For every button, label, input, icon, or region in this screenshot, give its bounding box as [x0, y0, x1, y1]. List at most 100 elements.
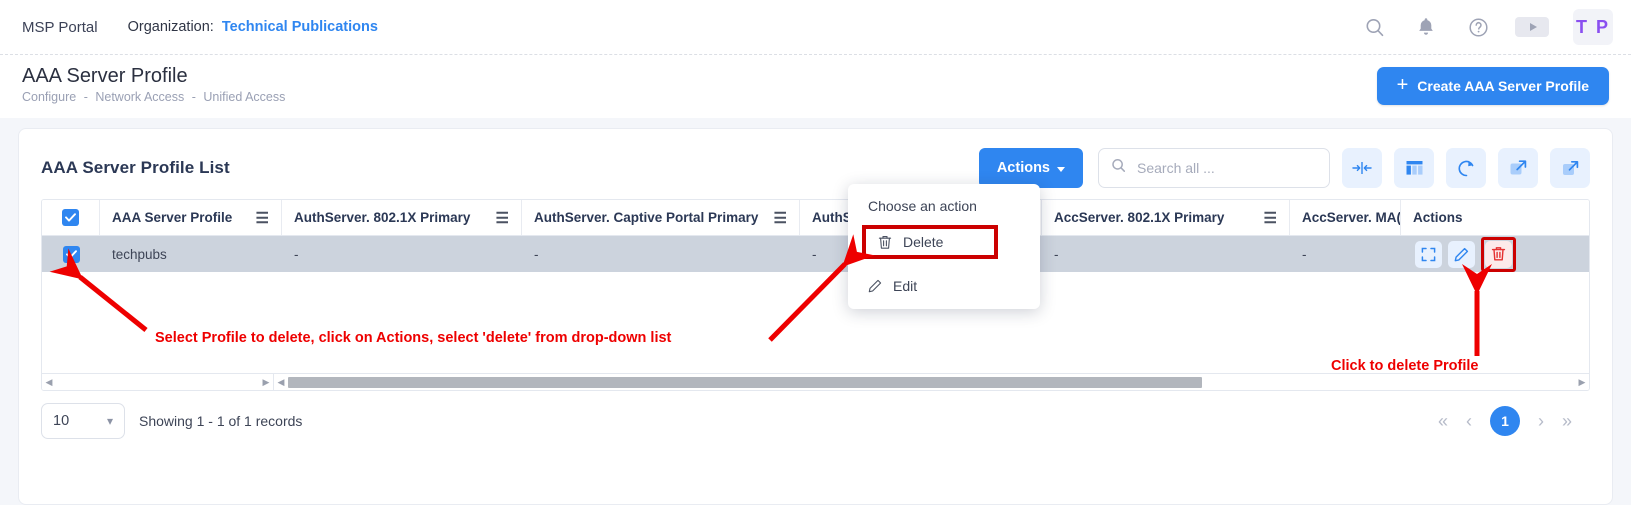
top-bar: MSP Portal Organization: Technical Publi…	[0, 0, 1631, 55]
column-label: AccServer. 802.1X Primary	[1054, 210, 1225, 225]
breadcrumb-separator: -	[191, 90, 196, 104]
cell-aaa-server-profile: techpubs	[112, 246, 167, 262]
next-page-button[interactable]: ›	[1538, 412, 1544, 430]
first-page-button[interactable]: «	[1438, 412, 1448, 430]
cell-accserver-8021x-primary: -	[1054, 246, 1059, 262]
help-icon[interactable]	[1463, 12, 1493, 42]
dropdown-item-edit[interactable]: Edit	[848, 271, 1040, 301]
hamburger-icon[interactable]: ☰	[1264, 209, 1277, 227]
row-checkbox[interactable]	[62, 245, 80, 263]
top-bar-left: MSP Portal Organization: Technical Publi…	[22, 19, 378, 36]
app-name: MSP Portal	[22, 18, 98, 36]
avatar[interactable]: T P	[1573, 9, 1613, 45]
actions-dropdown-menu: Choose an action Delete Edit	[848, 184, 1040, 309]
create-aaa-server-profile-button[interactable]: + Create AAA Server Profile	[1376, 67, 1609, 105]
prev-page-button[interactable]: ‹	[1466, 412, 1472, 430]
column-settings-icon[interactable]	[1394, 148, 1434, 188]
page-header-text: AAA Server Profile Configure - Network A…	[22, 64, 285, 104]
annotation-text-select-profile: Select Profile to delete, click on Actio…	[155, 330, 672, 346]
column-header-aaa-server-profile[interactable]: AAA Server Profile ☰	[100, 200, 282, 235]
column-label: Actions	[1413, 210, 1463, 225]
aaa-server-profile-card: AAA Server Profile List Actions Search a…	[18, 128, 1613, 505]
dropdown-title: Choose an action	[868, 198, 977, 214]
chevron-down-icon	[1057, 166, 1065, 172]
pagination: « ‹ 1 › »	[1438, 406, 1590, 436]
upload-icon[interactable]	[1550, 148, 1590, 188]
frozen-column-scrollbar[interactable]: ◀ ▶	[42, 374, 274, 390]
breadcrumb-item-network-access[interactable]: Network Access	[95, 90, 184, 104]
breadcrumb: Configure - Network Access - Unified Acc…	[22, 90, 285, 104]
organization-selector[interactable]: Organization: Technical Publications	[128, 19, 378, 35]
column-label: AAA Server Profile	[112, 210, 233, 225]
plus-icon: +	[1396, 74, 1409, 96]
page-header: AAA Server Profile Configure - Network A…	[0, 55, 1631, 118]
column-header-authserver-8021x-primary[interactable]: AuthServer. 802.1X Primary ☰	[282, 200, 522, 235]
horizontal-scrollbar[interactable]: ◀ ▶	[274, 374, 1589, 390]
scroll-right-icon[interactable]: ▶	[259, 377, 273, 388]
records-summary: Showing 1 - 1 of 1 records	[139, 413, 303, 429]
select-all-header[interactable]	[42, 200, 100, 235]
page-size-select[interactable]: 10 ▾	[41, 403, 125, 439]
top-bar-right: T P	[1359, 9, 1613, 45]
organization-label: Organization:	[127, 19, 214, 35]
expand-icon[interactable]	[1498, 148, 1538, 188]
column-label: AccServer. MA(	[1302, 210, 1401, 225]
video-icon[interactable]	[1515, 17, 1549, 37]
delete-icon-highlight	[1481, 236, 1516, 272]
scroll-left-icon[interactable]: ◀	[274, 377, 288, 388]
breadcrumb-separator: -	[83, 90, 88, 104]
scroll-track[interactable]	[56, 377, 259, 388]
card-toolbar: Actions	[978, 148, 1590, 188]
table-footer: 10 ▾ Showing 1 - 1 of 1 records « ‹ 1 › …	[41, 391, 1590, 451]
dropdown-item-label: Delete	[903, 234, 944, 250]
actions-button-label: Actions	[996, 160, 1050, 176]
card-header: AAA Server Profile List Actions	[41, 129, 1590, 199]
scroll-left-icon[interactable]: ◀	[42, 377, 56, 388]
table-header-row: AAA Server Profile ☰ AuthServer. 802.1X …	[42, 200, 1589, 236]
scroll-track[interactable]	[288, 376, 1575, 388]
column-label: AuthServer. 802.1X Primary	[294, 210, 471, 225]
refresh-icon[interactable]	[1446, 148, 1486, 188]
table-row[interactable]: techpubs - - - - -	[42, 236, 1589, 272]
scroll-thumb[interactable]	[288, 376, 1202, 388]
column-header-accserver-mac[interactable]: AccServer. MA(	[1290, 200, 1401, 235]
search-input[interactable]	[1135, 159, 1317, 177]
dropdown-item-delete[interactable]: Delete	[862, 225, 998, 259]
column-header-accserver-8021x-primary[interactable]: AccServer. 802.1X Primary ☰	[1042, 200, 1290, 235]
cell-authserver-8021x-primary: -	[294, 246, 299, 262]
trash-icon	[878, 235, 892, 250]
column-label: AuthServer. Captive Portal Primary	[534, 210, 759, 225]
annotation-text-click-delete: Click to delete Profile	[1331, 358, 1479, 374]
search-icon	[1111, 158, 1126, 178]
hamburger-icon[interactable]: ☰	[256, 209, 269, 227]
last-page-button[interactable]: »	[1562, 412, 1572, 430]
row-select-cell[interactable]	[42, 236, 100, 272]
dropdown-item-label: Edit	[893, 278, 918, 294]
page-number-1[interactable]: 1	[1489, 406, 1520, 436]
fullscreen-icon[interactable]	[1415, 240, 1442, 268]
breadcrumb-item-configure[interactable]: Configure	[22, 90, 76, 104]
organization-value[interactable]: Technical Publications	[222, 19, 378, 35]
hamburger-icon[interactable]: ☰	[774, 209, 787, 227]
scroll-right-icon[interactable]: ▶	[1575, 377, 1589, 388]
row-action-cell	[1401, 236, 1561, 272]
delete-icon[interactable]	[1485, 240, 1512, 268]
select-all-checkbox[interactable]	[62, 209, 79, 226]
search-box[interactable]	[1098, 148, 1330, 188]
edit-icon[interactable]	[1448, 240, 1475, 268]
bell-icon[interactable]	[1411, 12, 1441, 42]
create-button-label: Create AAA Server Profile	[1417, 78, 1589, 94]
chevron-down-icon: ▾	[106, 414, 113, 428]
column-header-authserver-captive-portal-primary[interactable]: AuthServer. Captive Portal Primary ☰	[522, 200, 800, 235]
page-size-value: 10	[53, 413, 70, 429]
hamburger-icon[interactable]: ☰	[496, 209, 509, 227]
breadcrumb-item-unified-access[interactable]: Unified Access	[203, 90, 285, 104]
search-icon[interactable]	[1359, 12, 1389, 42]
cell-accserver-mac: -	[1302, 246, 1307, 262]
play-triangle-icon	[1529, 23, 1537, 31]
pencil-icon	[868, 279, 882, 293]
cell-authserver-captive-portal-primary: -	[534, 246, 539, 262]
table-scrollbars: ◀ ▶ ◀ ▶	[42, 373, 1589, 390]
fit-columns-icon[interactable]	[1342, 148, 1382, 188]
actions-button[interactable]: Actions	[978, 148, 1083, 188]
